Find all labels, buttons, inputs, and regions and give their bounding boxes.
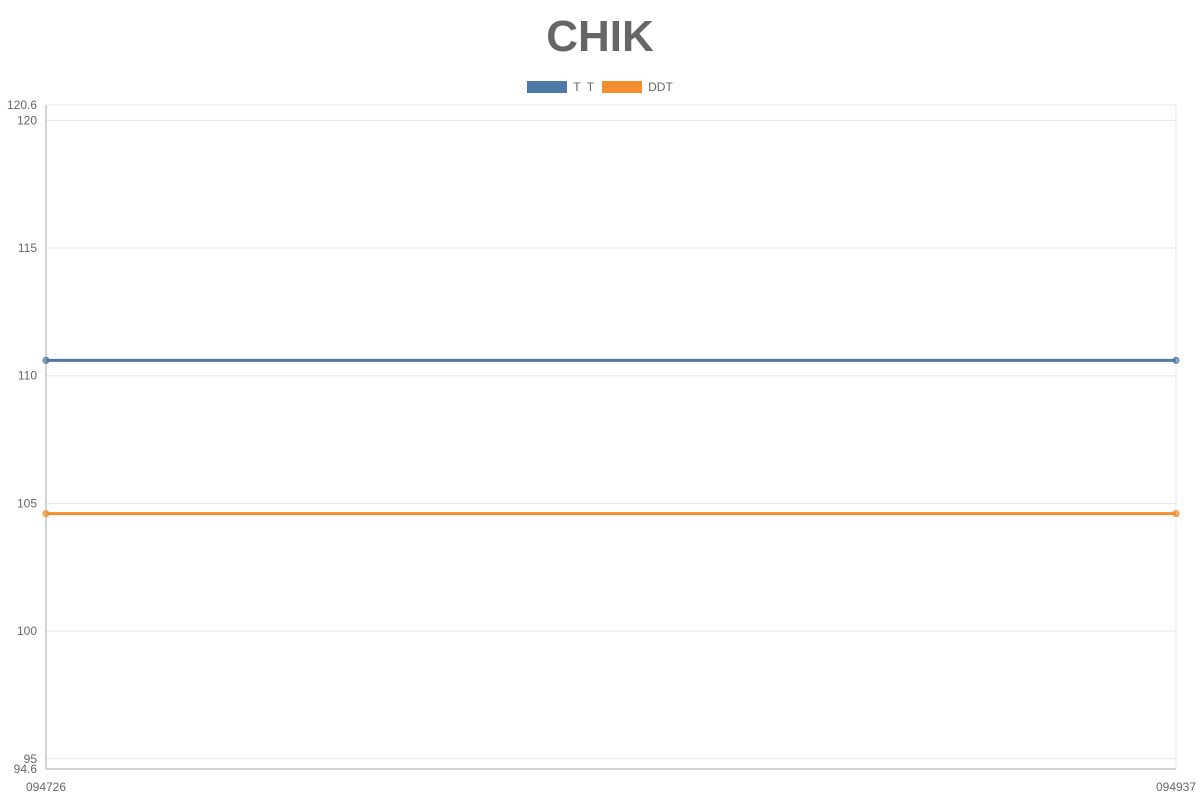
y-tick-label: 95	[24, 752, 38, 766]
data-point-series-2[interactable]	[42, 510, 50, 518]
line-chart: 94.695100105110115120120.6094726 094937	[7, 98, 1196, 794]
series-layer	[42, 356, 1180, 518]
y-tick-label: 100	[17, 624, 37, 638]
y-tick-label: 120.6	[7, 98, 37, 112]
x-tick-label: 094726	[26, 780, 66, 794]
grid-layer	[45, 104, 1177, 770]
label-layer: 94.695100105110115120120.6094726 094937	[7, 98, 1196, 794]
y-tick-label: 115	[18, 241, 37, 255]
y-tick-label: 110	[18, 369, 37, 383]
y-tick-label: 120	[17, 113, 37, 127]
axis-layer	[45, 105, 1176, 770]
y-tick-label: 105	[17, 496, 37, 510]
data-point-series-1[interactable]	[1172, 356, 1180, 364]
x-tick-label: 094937	[1156, 780, 1196, 794]
data-point-series-2[interactable]	[1172, 510, 1180, 518]
data-point-series-1[interactable]	[42, 356, 50, 364]
